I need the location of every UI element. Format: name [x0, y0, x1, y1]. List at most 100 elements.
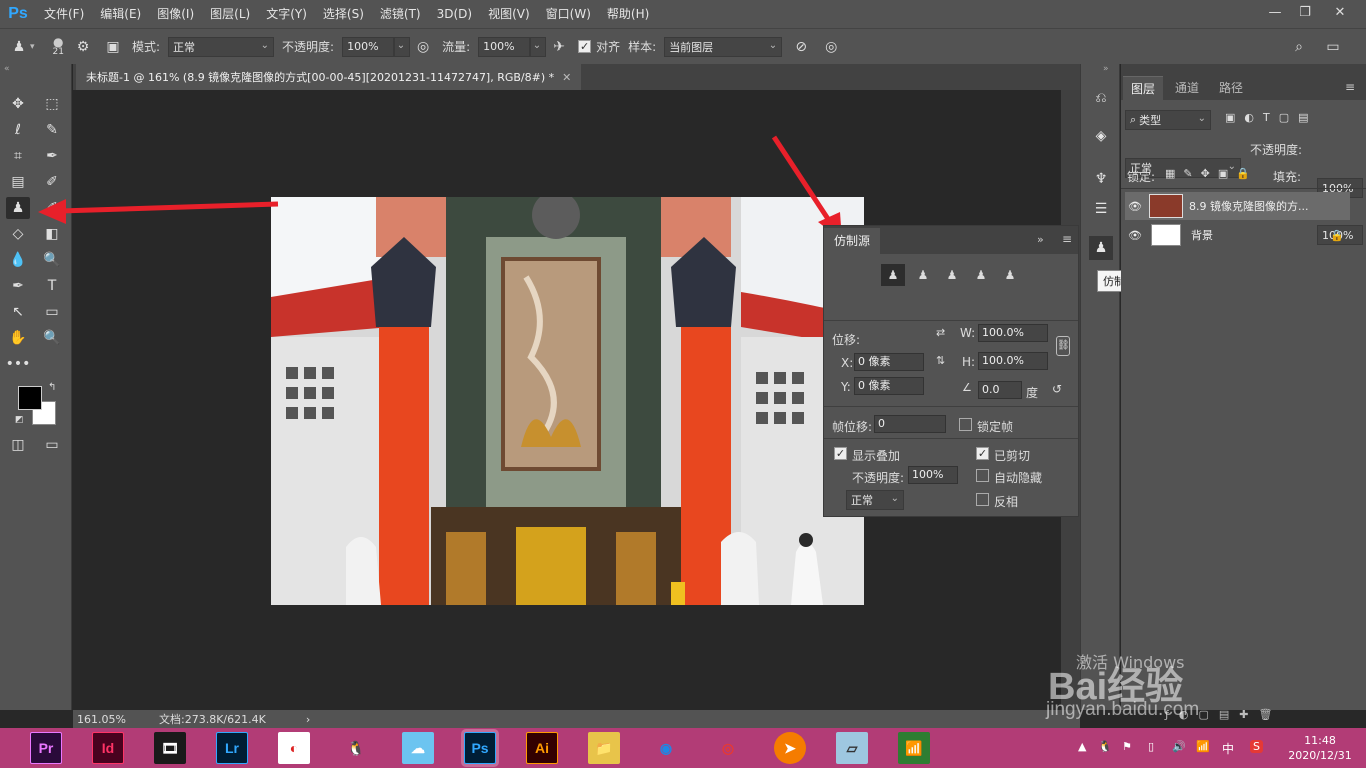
- clipped-label: 已剪切: [994, 449, 1031, 463]
- volume-tray-icon[interactable]: 🔊: [1172, 740, 1186, 753]
- flag-tray-icon[interactable]: ⚑: [1122, 740, 1132, 753]
- chevron-down-icon: ⌄: [890, 493, 899, 504]
- x-input[interactable]: 0 像素: [854, 353, 924, 371]
- y-input[interactable]: 0 像素: [854, 377, 924, 395]
- layer-name: 8.9 镜像克隆图像的方...: [1189, 200, 1309, 213]
- eye-icon[interactable]: 👁: [1125, 229, 1145, 242]
- browser-360-icon[interactable]: ◐: [278, 732, 310, 764]
- show-overlay-label: 显示叠加: [852, 449, 901, 463]
- clone-source-2-icon[interactable]: ♟: [911, 264, 935, 286]
- clock-date: 2020/12/31: [1288, 749, 1352, 762]
- photoshop-app[interactable]: Ps: [461, 729, 499, 767]
- auto-hide-checkbox[interactable]: [976, 469, 989, 482]
- panel-menu-icon[interactable]: ≡: [1062, 232, 1072, 246]
- x-label: X:: [841, 356, 854, 370]
- frame-offset-label: 帧位移:: [832, 420, 873, 434]
- collapse-panel-icon[interactable]: »: [1037, 233, 1044, 246]
- auto-hide-label: 自动隐藏: [994, 471, 1043, 485]
- flip-vertical-icon[interactable]: ⇅: [936, 354, 945, 367]
- status-bar: 161.05% 文档:273.8K/621.4K ›: [73, 710, 1080, 728]
- search-icon: ⌕: [1130, 113, 1137, 126]
- media-app-icon[interactable]: ➤: [774, 732, 806, 764]
- adjustments-icon[interactable]: ☰: [1089, 197, 1113, 221]
- tray-expand-icon[interactable]: ▲: [1078, 740, 1086, 753]
- 3d-icon[interactable]: ◈: [1089, 124, 1113, 148]
- clone-source-4-icon[interactable]: ♟: [969, 264, 993, 286]
- zoom-level[interactable]: 161.05%: [77, 713, 157, 726]
- watermark-url: jingyan.baidu.com: [1046, 699, 1200, 720]
- fill-label: 填充:: [1273, 170, 1302, 184]
- eye-icon[interactable]: 👁: [1125, 200, 1145, 213]
- illustrator-app[interactable]: Ai: [526, 732, 558, 764]
- notes-app-icon[interactable]: ▱: [836, 732, 868, 764]
- lock-frame-checkbox[interactable]: [959, 418, 972, 431]
- clone-source-panel: 仿制源 » ≡ ♟ ♟ ♟ ♟ ♟ 位移: ⇄ W: 100.0% ⛓ X: 0…: [823, 225, 1079, 517]
- layer-thumbnail: [1149, 194, 1183, 218]
- lock-label: 锁定:: [1127, 170, 1156, 184]
- network-tray-icon[interactable]: 📶: [1196, 740, 1210, 753]
- battery-tray-icon[interactable]: ▯: [1148, 740, 1154, 753]
- chrome-icon[interactable]: ◎: [712, 732, 744, 764]
- ime-indicator[interactable]: 中: [1222, 740, 1234, 757]
- lock-icon: 🔒: [1330, 228, 1344, 242]
- overlay-opacity-input[interactable]: 100%: [908, 466, 958, 484]
- layer-name: 背景: [1191, 229, 1213, 242]
- collapse-icon[interactable]: »: [1103, 64, 1109, 74]
- lock-frame-label: 锁定帧: [977, 420, 1014, 434]
- sogou-tray-icon[interactable]: S: [1250, 740, 1263, 753]
- layer-row[interactable]: 👁 8.9 镜像克隆图像的方...: [1125, 192, 1350, 220]
- indesign-app[interactable]: Id: [92, 732, 124, 764]
- file-explorer-icon[interactable]: 📁: [588, 732, 620, 764]
- premiere-app[interactable]: Pr: [30, 732, 62, 764]
- angle-unit: 度: [1026, 386, 1039, 400]
- brush-preset-icon[interactable]: ♆: [1089, 167, 1113, 191]
- clone-source-1-icon[interactable]: ♟: [881, 264, 905, 286]
- y-label: Y:: [841, 380, 851, 394]
- lock-icons[interactable]: ▦✎✥▣🔒: [1165, 167, 1258, 180]
- clone-source-5-icon[interactable]: ♟: [998, 264, 1022, 286]
- layer-filter-select[interactable]: ⌕ 类型 ⌄: [1125, 110, 1211, 130]
- layer-filter-icons[interactable]: ▣◐T▢▤: [1225, 111, 1318, 124]
- document-info: 文档:273.8K/621.4K: [159, 713, 266, 726]
- qq-icon[interactable]: 🐧: [340, 732, 372, 764]
- height-label: H:: [962, 355, 976, 369]
- invert-checkbox[interactable]: [976, 493, 989, 506]
- chat-app-icon[interactable]: ☁: [402, 732, 434, 764]
- layer-row[interactable]: 👁 背景 🔒: [1125, 221, 1350, 249]
- clone-source-3-icon[interactable]: ♟: [940, 264, 964, 286]
- frame-offset-input[interactable]: 0: [874, 415, 946, 433]
- wifi-app-icon[interactable]: 📶: [898, 732, 930, 764]
- flip-horizontal-icon[interactable]: ⇄: [936, 326, 945, 339]
- taskbar: Pr Id 🎞 Lr ◐ 🐧 ☁ Ps Ai 📁 ◉ ◎ ➤ ▱ 📶 ▲ 🐧 ⚑…: [0, 728, 1366, 768]
- layer-opacity-label: 不透明度:: [1250, 143, 1303, 157]
- angle-input[interactable]: 0.0: [978, 381, 1022, 399]
- history-icon[interactable]: ⎌: [1089, 86, 1113, 110]
- angle-icon: ∠: [962, 381, 972, 394]
- clock-time: 11:48: [1304, 734, 1336, 747]
- offset-label: 位移:: [832, 333, 861, 347]
- panel-title[interactable]: 仿制源: [824, 228, 881, 254]
- overlay-mode-select[interactable]: 正常 ⌄: [846, 490, 904, 510]
- clone-source-panel-icon[interactable]: ♟: [1089, 236, 1113, 260]
- status-chevron-icon[interactable]: ›: [306, 713, 310, 726]
- tab-paths[interactable]: 路径: [1211, 76, 1251, 100]
- link-icon[interactable]: ⛓: [1056, 336, 1070, 356]
- width-input[interactable]: 100.0%: [978, 324, 1048, 342]
- reset-transform-icon[interactable]: ↺: [1052, 382, 1062, 396]
- height-input[interactable]: 100.0%: [978, 352, 1048, 370]
- invert-label: 反相: [994, 495, 1019, 509]
- clipped-checkbox[interactable]: ✓: [976, 447, 989, 460]
- layers-panel: 图层 通道 路径 ≡ ⌕ 类型 ⌄ ▣◐T▢▤ 正常 ⌄ 不透明度: 100% 锁定:…: [1121, 64, 1366, 721]
- lightroom-app[interactable]: Lr: [216, 732, 248, 764]
- chevron-down-icon: ⌄: [1197, 113, 1206, 124]
- tab-layers[interactable]: 图层: [1123, 76, 1164, 100]
- width-label: W:: [960, 326, 976, 340]
- browser-icon[interactable]: ◉: [650, 732, 682, 764]
- video-app-icon[interactable]: 🎞: [154, 732, 186, 764]
- panel-menu-icon[interactable]: ≡: [1345, 80, 1355, 94]
- clock[interactable]: 11:48 2020/12/31: [1280, 733, 1360, 763]
- tab-channels[interactable]: 通道: [1167, 76, 1207, 100]
- panel-dock: » ⎌ ◈ ♆ ☰ ♟: [1080, 64, 1120, 710]
- show-overlay-checkbox[interactable]: ✓: [834, 447, 847, 460]
- qq-tray-icon[interactable]: 🐧: [1098, 740, 1112, 753]
